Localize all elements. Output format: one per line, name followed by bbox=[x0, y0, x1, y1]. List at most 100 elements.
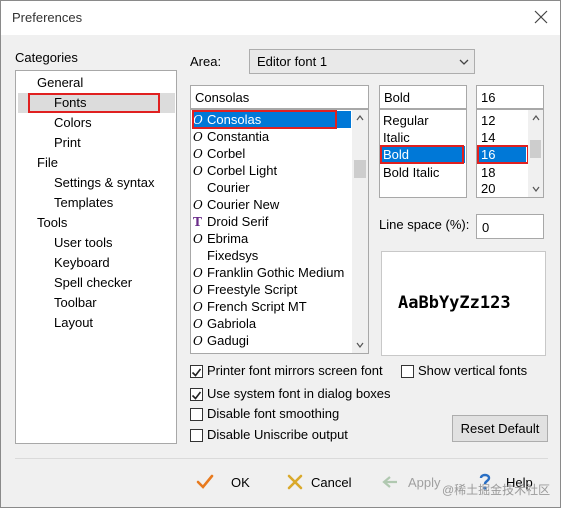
font-list[interactable]: O Consolas O Constantia O Corbel O Corbel Li… bbox=[190, 109, 369, 354]
tree-item-layout[interactable]: Layout bbox=[54, 313, 93, 333]
tree-item-user-tools[interactable]: User tools bbox=[54, 233, 113, 253]
opentype-font-icon: O bbox=[193, 198, 203, 212]
scroll-up-icon[interactable] bbox=[356, 115, 364, 121]
font-list-item[interactable]: O Freestyle Script bbox=[193, 281, 353, 298]
font-list-item[interactable]: O Courier New bbox=[193, 196, 353, 213]
chevron-down-icon bbox=[459, 59, 469, 65]
style-item-italic[interactable]: Italic bbox=[383, 130, 410, 145]
area-label: Area: bbox=[190, 54, 222, 69]
system-font-checkbox[interactable] bbox=[190, 388, 203, 401]
font-list-item[interactable]: Courier bbox=[193, 179, 353, 196]
fonts-highlight-box bbox=[28, 93, 160, 113]
font-style-input[interactable]: Bold bbox=[379, 85, 467, 109]
font-name-value: Consolas bbox=[195, 90, 250, 105]
font-list-scrollbar[interactable] bbox=[352, 110, 368, 353]
font-list-item[interactable]: O Gabriola bbox=[193, 315, 353, 332]
area-select-value: Editor font 1 bbox=[257, 54, 328, 69]
cancel-label: Cancel bbox=[311, 475, 352, 490]
show-vertical-fonts-label[interactable]: Show vertical fonts bbox=[418, 363, 527, 378]
disable-uniscribe-checkbox[interactable] bbox=[190, 429, 203, 442]
size-item-18[interactable]: 18 bbox=[481, 165, 495, 180]
window-title: Preferences bbox=[12, 10, 83, 25]
tree-item-keyboard[interactable]: Keyboard bbox=[54, 253, 110, 273]
disable-smoothing-label[interactable]: Disable font smoothing bbox=[207, 406, 339, 421]
opentype-font-icon: O bbox=[193, 164, 203, 178]
size-item-12[interactable]: 12 bbox=[481, 113, 495, 128]
area-select[interactable]: Editor font 1 bbox=[249, 49, 475, 74]
apply-label: Apply bbox=[408, 475, 441, 490]
reset-default-button[interactable]: Reset Default bbox=[452, 415, 548, 442]
font-list-item[interactable]: O Corbel bbox=[193, 145, 353, 162]
font-size-list[interactable]: 12 14 16 18 20 bbox=[476, 109, 544, 198]
size-list-scrollbar[interactable] bbox=[528, 110, 543, 197]
font-list-scroll-thumb[interactable] bbox=[354, 160, 366, 178]
tree-item-tools[interactable]: Tools bbox=[37, 213, 67, 233]
font-list-item[interactable]: O Ebrima bbox=[193, 230, 353, 247]
arrow-left-icon bbox=[382, 476, 397, 488]
tree-item-templates[interactable]: Templates bbox=[54, 193, 113, 213]
categories-tree[interactable]: General Fonts Colors Print File Settings… bbox=[15, 70, 177, 444]
system-font-label[interactable]: Use system font in dialog boxes bbox=[207, 386, 391, 401]
font-name-input[interactable]: Consolas bbox=[190, 85, 369, 109]
truetype-font-icon: T bbox=[193, 215, 202, 229]
line-space-label: Line space (%): bbox=[379, 217, 470, 232]
scroll-down-icon[interactable] bbox=[356, 342, 364, 348]
size-highlight-box bbox=[477, 145, 529, 164]
opentype-font-icon: O bbox=[193, 334, 203, 348]
font-size-value: 16 bbox=[481, 90, 496, 105]
opentype-font-icon: O bbox=[193, 130, 203, 144]
tree-item-spell-checker[interactable]: Spell checker bbox=[54, 273, 132, 293]
close-icon[interactable] bbox=[532, 8, 550, 26]
font-list-item[interactable]: O Constantia bbox=[193, 128, 353, 145]
scroll-up-icon[interactable] bbox=[532, 115, 540, 121]
style-item-bold-italic[interactable]: Bold Italic bbox=[383, 165, 439, 180]
tree-item-settings-syntax[interactable]: Settings & syntax bbox=[54, 173, 154, 193]
disable-uniscribe-label[interactable]: Disable Uniscribe output bbox=[207, 427, 348, 442]
show-vertical-fonts-checkbox[interactable] bbox=[401, 365, 414, 378]
ok-button[interactable]: OK bbox=[196, 471, 256, 495]
size-list-scroll-thumb[interactable] bbox=[530, 140, 541, 158]
font-style-list[interactable]: Regular Italic Bold Bold Italic bbox=[379, 109, 467, 198]
size-item-20[interactable]: 20 bbox=[481, 181, 495, 196]
disable-smoothing-checkbox[interactable] bbox=[190, 408, 203, 421]
font-list-item[interactable]: T Droid Serif bbox=[193, 213, 353, 230]
printer-mirrors-label[interactable]: Printer font mirrors screen font bbox=[207, 363, 383, 378]
printer-mirrors-checkbox[interactable] bbox=[190, 365, 203, 378]
font-preview: AaBbYyZz123 bbox=[381, 251, 546, 356]
font-list-item[interactable]: O Franklin Gothic Medium bbox=[193, 264, 353, 281]
font-size-input[interactable]: 16 bbox=[476, 85, 544, 109]
categories-label: Categories bbox=[15, 50, 78, 65]
opentype-font-icon: O bbox=[193, 266, 203, 280]
font-list-item[interactable]: O Corbel Light bbox=[193, 162, 353, 179]
cancel-button[interactable]: Cancel bbox=[286, 471, 356, 495]
ok-label: OK bbox=[231, 475, 250, 490]
watermark-text: @稀土掘金技术社区 bbox=[442, 483, 551, 497]
checkmark-icon bbox=[191, 368, 202, 377]
font-style-value: Bold bbox=[384, 90, 411, 105]
scroll-down-icon[interactable] bbox=[532, 186, 540, 192]
size-item-14[interactable]: 14 bbox=[481, 130, 495, 145]
font-list-item[interactable]: O French Script MT bbox=[193, 298, 353, 315]
check-icon bbox=[196, 474, 214, 489]
apply-button[interactable]: Apply bbox=[381, 471, 451, 495]
opentype-font-icon: O bbox=[193, 317, 203, 331]
tree-item-file[interactable]: File bbox=[37, 153, 58, 173]
opentype-font-icon: O bbox=[193, 283, 203, 297]
style-item-regular[interactable]: Regular bbox=[383, 113, 429, 128]
preferences-window: Preferences Categories General Fonts Col… bbox=[0, 0, 561, 508]
footer-divider bbox=[15, 458, 548, 459]
line-space-input[interactable]: 0 bbox=[476, 214, 544, 239]
checkmark-icon bbox=[191, 391, 202, 400]
font-list-item[interactable]: O Gadugi bbox=[193, 332, 353, 349]
title-bar: Preferences bbox=[1, 1, 560, 35]
tree-item-toolbar[interactable]: Toolbar bbox=[54, 293, 97, 313]
tree-item-general[interactable]: General bbox=[37, 73, 83, 93]
preview-text: AaBbYyZz123 bbox=[398, 293, 511, 313]
bold-highlight-box bbox=[380, 145, 464, 164]
cancel-x-icon bbox=[287, 474, 303, 490]
tree-item-print[interactable]: Print bbox=[54, 133, 81, 153]
tree-item-colors[interactable]: Colors bbox=[54, 113, 92, 133]
opentype-font-icon: O bbox=[193, 232, 203, 246]
consolas-highlight-box bbox=[192, 110, 337, 129]
font-list-item[interactable]: Fixedsys bbox=[193, 247, 353, 264]
